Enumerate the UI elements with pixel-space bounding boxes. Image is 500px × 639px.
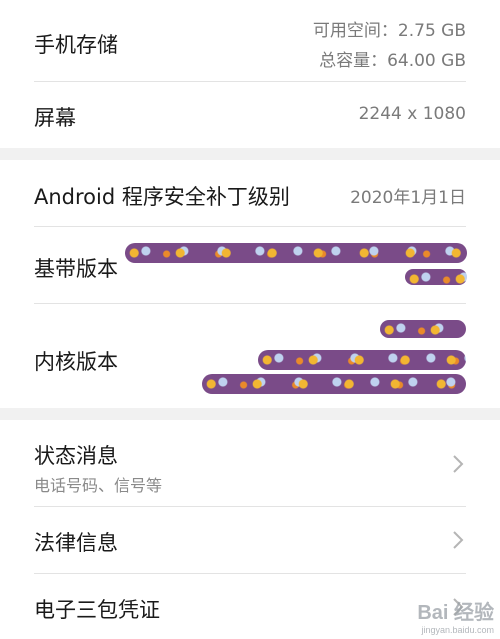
screen-resolution: 2244 x 1080 [358,104,466,124]
chevron-right-icon [453,531,464,549]
status-row[interactable]: 状态消息 电话号码、信号等 [0,420,500,506]
legal-row[interactable]: 法律信息 [0,507,500,573]
warranty-title: 电子三包凭证 [34,598,160,622]
kernel-title: 内核版本 [34,350,118,374]
security-patch-title: Android 程序安全补丁级别 [34,185,290,209]
status-subtitle: 电话号码、信号等 [34,476,163,495]
legal-title: 法律信息 [34,531,118,555]
watermark-sub: jingyan.baidu.com [421,625,494,635]
storage-title: 手机存储 [34,33,118,57]
status-title: 状态消息 [34,444,118,468]
chevron-right-icon [453,455,464,473]
security-patch-date: 2020年1月1日 [350,188,466,208]
baseband-title: 基带版本 [34,257,118,281]
redaction-scribble [380,320,466,338]
screen-row: 屏幕 2244 x 1080 [0,82,500,148]
baseband-row: 基带版本 [0,227,500,303]
security-patch-row: Android 程序安全补丁级别 2020年1月1日 [0,160,500,226]
storage-total: 总容量：64.00 GB [319,51,466,71]
redaction-scribble [202,374,466,394]
storage-row: 手机存储 可用空间：2.75 GB 总容量：64.00 GB [0,0,500,82]
storage-available: 可用空间：2.75 GB [312,21,466,41]
watermark-main: Bai 经验 [417,602,494,624]
baidu-jingyan-watermark: Bai 经验 jingyan.baidu.com [417,596,494,635]
section-gap [0,148,500,160]
kernel-row: 内核版本 [0,304,500,408]
redaction-scribble [405,269,467,285]
redaction-scribble [125,243,467,263]
screen-title: 屏幕 [34,106,76,130]
redaction-scribble [258,350,466,370]
section-gap [0,408,500,420]
